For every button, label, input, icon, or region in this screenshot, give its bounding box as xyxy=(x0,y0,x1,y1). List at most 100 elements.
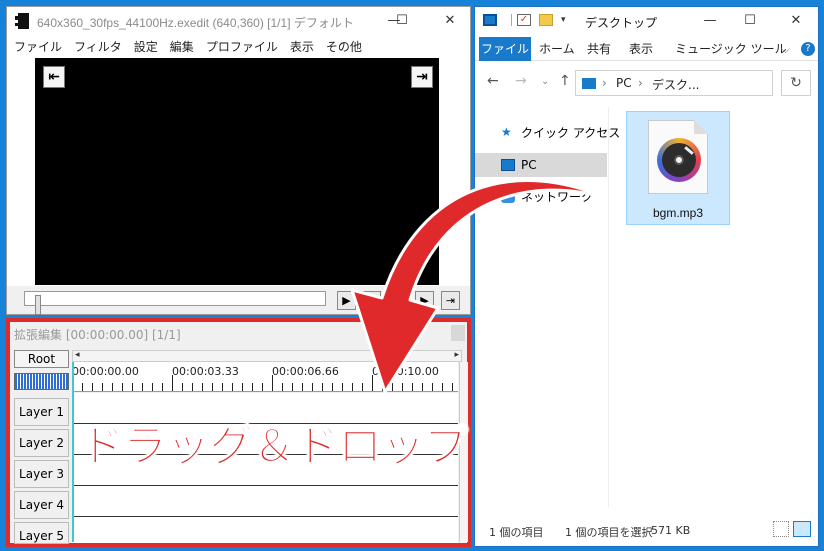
properties-icon[interactable]: ✓ xyxy=(517,14,531,26)
help-icon[interactable]: ? xyxy=(801,42,815,56)
disc-center xyxy=(662,143,696,177)
minimize-icon[interactable]: — xyxy=(695,11,725,31)
address-input[interactable]: › PC › デスク... xyxy=(575,70,773,96)
timeline-title: 拡張編集 [00:00:00.00] [1/1] xyxy=(14,328,181,342)
nav-item-pc[interactable]: PC xyxy=(475,153,607,177)
menu-filter[interactable]: フィルタ xyxy=(67,35,122,55)
time-label: 00:00:03.33 xyxy=(172,365,239,378)
jump-end-icon[interactable]: ⇥ xyxy=(411,66,433,88)
ruler-ticks xyxy=(72,383,458,391)
drag-drop-caption: ドラッグ＆ドロップ xyxy=(80,421,469,473)
maximize-icon[interactable]: ☐ xyxy=(387,11,417,31)
nav-item-network[interactable]: ネットワーク xyxy=(475,185,607,209)
new-folder-icon[interactable] xyxy=(539,14,553,26)
explorer-titlebar[interactable]: ✓ ▾ デスクトップ — ☐ ✕ xyxy=(475,7,818,35)
ruler-major-tick xyxy=(272,375,273,391)
page-fold xyxy=(694,120,708,134)
maximize-icon[interactable]: ☐ xyxy=(735,11,765,31)
film-icon xyxy=(15,13,29,29)
file-name: bgm.mp3 xyxy=(652,206,704,220)
timeline-close-icon[interactable] xyxy=(451,325,465,341)
ruler-major-tick xyxy=(172,375,173,391)
menu-settings[interactable]: 設定 xyxy=(127,35,158,55)
time-label: 00:00:00.00 xyxy=(72,365,139,378)
nav-item-quick-access[interactable]: ★ クイック アクセス xyxy=(475,121,620,145)
pc-icon xyxy=(501,159,515,171)
aviutl-titlebar[interactable]: 640x360_30fps_44100Hz.exedit (640,360) [… xyxy=(7,7,470,35)
refresh-icon[interactable]: ↻ xyxy=(781,70,811,96)
navigation-pane: ★ クイック アクセス PC ネットワーク xyxy=(475,107,620,507)
menu-profile[interactable]: プロファイル xyxy=(199,35,278,55)
up-icon[interactable]: ↑ xyxy=(559,73,571,89)
explorer-title: デスクトップ xyxy=(585,16,658,30)
breadcrumb-desktop[interactable]: デスク... xyxy=(652,76,699,93)
customize-toolbar-icon[interactable]: ▾ xyxy=(561,14,575,26)
tab-file[interactable]: ファイル xyxy=(479,37,531,61)
seek-slider[interactable] xyxy=(24,291,326,315)
timeline-hscroll[interactable]: ◂ ▸ xyxy=(72,350,462,362)
playback-bar: ▶ ◀ ▶ ⇥ xyxy=(7,286,470,315)
menu-other[interactable]: その他 xyxy=(319,35,362,55)
close-icon[interactable]: ✕ xyxy=(435,11,465,31)
menu-file[interactable]: ファイル xyxy=(7,35,62,55)
end-frame-icon[interactable]: ⇥ xyxy=(441,291,460,310)
separator xyxy=(511,14,512,26)
layer-lane[interactable] xyxy=(72,486,458,517)
status-size: 571 KB xyxy=(651,524,691,537)
ribbon-expand-icon[interactable]: ⌵ xyxy=(781,37,790,61)
playhead-line[interactable] xyxy=(72,362,74,542)
disc-arm xyxy=(684,146,694,155)
menu-edit[interactable]: 編集 xyxy=(163,35,194,55)
file-item-bgm[interactable]: bgm.mp3 xyxy=(626,111,730,225)
time-ruler[interactable]: 00:00:00.00 00:00:03.33 00:00:06.66 00:0… xyxy=(72,362,458,392)
audio-file-icon xyxy=(648,120,708,194)
prev-frame-icon[interactable]: ◀ xyxy=(362,291,381,310)
ruler-major-tick xyxy=(372,375,373,391)
timeline-window: 拡張編集 [00:00:00.00] [1/1] Root ◂ ▸ 00:00:… xyxy=(6,318,471,547)
scroll-right-icon[interactable]: ▸ xyxy=(454,350,459,360)
forward-icon[interactable]: → xyxy=(515,73,527,89)
tab-view[interactable]: 表示 xyxy=(629,37,653,61)
seek-knob[interactable] xyxy=(35,295,41,315)
time-label: 00:00:10.00 xyxy=(372,365,439,378)
zoom-slider[interactable] xyxy=(14,373,69,390)
pc-icon xyxy=(582,78,596,89)
aviutl-menubar: ファイル フィルタ 設定 編集 プロファイル 表示 その他 xyxy=(7,35,470,57)
music-disc-icon xyxy=(657,138,701,182)
star-icon: ★ xyxy=(501,125,512,139)
scroll-left-icon[interactable]: ◂ xyxy=(75,350,80,360)
next-frame-icon[interactable]: ▶ xyxy=(415,291,434,310)
video-preview: ⇤ ⇥ xyxy=(35,58,439,285)
play-icon[interactable]: ▶ xyxy=(337,291,356,310)
layer-lane[interactable] xyxy=(72,517,458,543)
status-selected: 1 個の項目を選択 xyxy=(565,526,653,539)
breadcrumb-pc[interactable]: PC xyxy=(616,76,632,90)
disc-hole xyxy=(674,155,684,165)
layer-label[interactable]: Layer 3 xyxy=(14,460,69,488)
aviutl-title: 640x360_30fps_44100Hz.exedit (640,360) [… xyxy=(37,16,354,30)
close-icon[interactable]: ✕ xyxy=(781,11,811,31)
recent-icon[interactable]: ⌄ xyxy=(541,76,549,87)
status-bar: 1 個の項目 1 個の項目を選択 571 KB xyxy=(475,519,818,543)
address-bar-row: ← → ⌄ ↑ › PC › デスク... ↻ xyxy=(475,65,818,101)
layer-label[interactable]: Layer 1 xyxy=(14,398,69,426)
root-button[interactable]: Root xyxy=(14,350,69,368)
layer-label[interactable]: Layer 5 xyxy=(14,522,69,544)
details-view-icon[interactable] xyxy=(773,521,789,537)
tab-share[interactable]: 共有 xyxy=(587,37,611,61)
tab-home[interactable]: ホーム xyxy=(539,37,575,61)
network-icon xyxy=(501,191,515,203)
tab-music-tools[interactable]: ミュージック ツール xyxy=(675,37,787,61)
pc-icon xyxy=(483,14,497,26)
jump-start-icon[interactable]: ⇤ xyxy=(43,66,65,88)
breadcrumb-separator: › xyxy=(638,76,643,90)
menu-view[interactable]: 表示 xyxy=(283,35,314,55)
large-icons-view-icon[interactable] xyxy=(793,521,811,537)
ribbon-tabs: ファイル ホーム 共有 表示 ミュージック ツール ⌵ ? xyxy=(475,37,818,61)
back-icon[interactable]: ← xyxy=(487,73,499,89)
status-item-count: 1 個の項目 xyxy=(489,526,544,539)
layer-label[interactable]: Layer 2 xyxy=(14,429,69,457)
breadcrumb-separator: › xyxy=(602,76,607,90)
layer-label[interactable]: Layer 4 xyxy=(14,491,69,519)
aviutl-window: 640x360_30fps_44100Hz.exedit (640,360) [… xyxy=(6,6,471,315)
